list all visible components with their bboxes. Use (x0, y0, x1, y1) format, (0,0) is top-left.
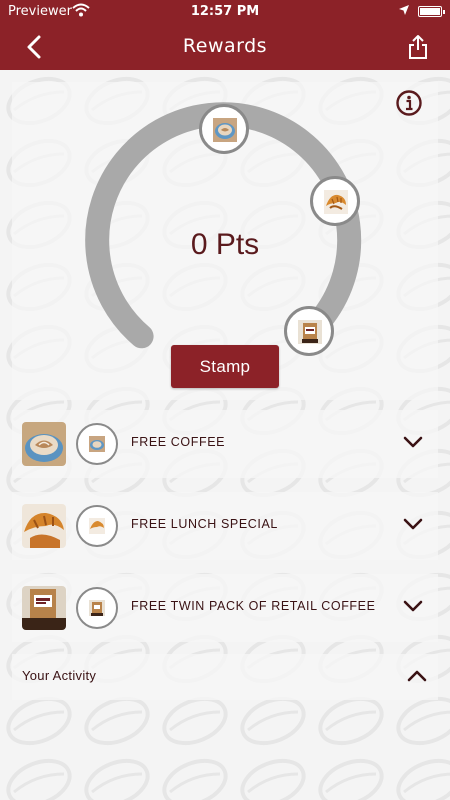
clock: 12:57 PM (190, 4, 260, 19)
chevron-up-icon[interactable] (406, 668, 428, 684)
chevron-down-icon[interactable] (402, 434, 424, 450)
status-bar: Previewer 12:57 PM (0, 0, 450, 24)
activity-section-header[interactable]: Your Activity (12, 654, 438, 700)
reward-badge-retail (76, 587, 118, 629)
nav-bar: Rewards (0, 24, 450, 70)
battery-icon (418, 6, 445, 17)
points-value: 0 Pts (190, 228, 260, 261)
activity-label: Your Activity (22, 668, 97, 683)
share-button[interactable] (404, 33, 432, 61)
reward-row-coffee[interactable]: FREE COFFEE (12, 410, 438, 478)
reward-row-lunch[interactable]: FREE LUNCH SPECIAL (12, 492, 438, 560)
location-arrow-icon (399, 5, 409, 15)
reward-label: FREE TWIN PACK OF RETAIL COFFEE (131, 599, 376, 613)
reward-label: FREE COFFEE (131, 435, 226, 449)
chevron-down-icon[interactable] (402, 598, 424, 614)
coffee-bag-icon (298, 320, 322, 344)
reward-label: FREE LUNCH SPECIAL (131, 517, 278, 531)
coffee-bag-icon (89, 600, 105, 616)
croissant-icon (89, 518, 105, 534)
reward-badge-lunch (76, 505, 118, 547)
milestone-lunch[interactable] (310, 176, 360, 226)
milestone-retail[interactable] (284, 306, 334, 356)
coffee-cup-icon (89, 436, 105, 452)
croissant-icon (324, 190, 348, 214)
stamp-button[interactable]: Stamp (171, 345, 279, 388)
milestone-coffee[interactable] (199, 104, 249, 154)
croissant-image (22, 504, 66, 548)
info-button[interactable] (395, 89, 423, 117)
reward-row-retail[interactable]: FREE TWIN PACK OF RETAIL COFFEE (12, 574, 438, 642)
coffee-cup-image (22, 422, 66, 466)
chevron-down-icon[interactable] (402, 516, 424, 532)
reward-badge-coffee (76, 423, 118, 465)
coffee-cup-icon (213, 118, 237, 142)
stamp-button-label: Stamp (199, 357, 251, 376)
page-title: Rewards (182, 35, 268, 57)
coffee-bag-image (22, 586, 66, 630)
